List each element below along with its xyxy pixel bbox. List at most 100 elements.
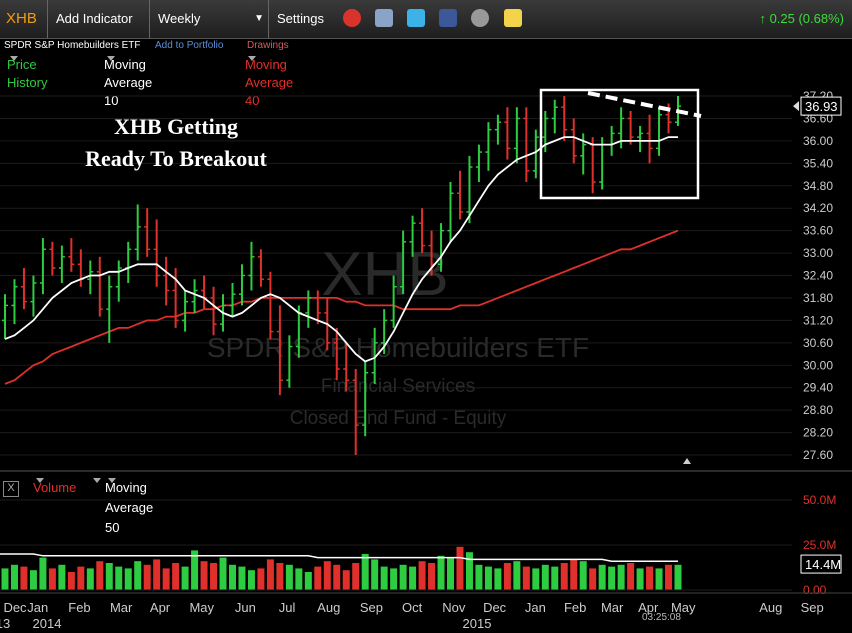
ohlc-bar bbox=[96, 256, 103, 317]
watermark: XHB SPDR S&P Homebuilders ETF Financial … bbox=[207, 240, 589, 429]
y-tick-label: 31.80 bbox=[803, 291, 833, 305]
ohlc-bar bbox=[257, 249, 264, 287]
volume-bar bbox=[371, 559, 379, 590]
volume-tick-label: 0.00 bbox=[803, 583, 827, 597]
volume-bar bbox=[447, 557, 455, 590]
volume-bar bbox=[285, 564, 293, 590]
volume-bar bbox=[655, 568, 663, 590]
price-chart[interactable]: XHB SPDR S&P Homebuilders ETF Financial … bbox=[0, 0, 852, 633]
volume-bar bbox=[1, 568, 9, 590]
y-tick-label: 33.60 bbox=[803, 224, 833, 238]
volume-bar bbox=[77, 566, 85, 590]
legend-vol-ma50-label: Moving Average 50 bbox=[105, 480, 154, 535]
volume-bar bbox=[39, 557, 47, 590]
ohlc-bar bbox=[504, 107, 511, 160]
ohlc-bar bbox=[656, 107, 663, 156]
ohlc-bar bbox=[134, 204, 141, 261]
x-tick-label: Mar bbox=[601, 600, 624, 615]
volume-bar bbox=[636, 568, 644, 590]
volume-bar bbox=[665, 564, 673, 590]
x-tick-label: Dec bbox=[483, 600, 507, 615]
volume-bar bbox=[228, 564, 236, 590]
x-tick-label: Jul bbox=[279, 600, 296, 615]
x-tick-label: Apr bbox=[150, 600, 171, 615]
volume-bar bbox=[115, 566, 123, 590]
x-tick-label: Feb bbox=[68, 600, 90, 615]
volume-bar bbox=[29, 570, 37, 590]
ohlc-bar bbox=[551, 99, 558, 134]
volume-bar bbox=[314, 566, 322, 590]
volume-bar bbox=[428, 563, 436, 590]
volume-bar bbox=[570, 559, 578, 590]
x-tick-label: Aug bbox=[759, 600, 782, 615]
x-tick-label: Jan bbox=[525, 600, 546, 615]
volume-bar bbox=[162, 568, 170, 590]
volume-bar bbox=[86, 568, 94, 590]
volume-bar bbox=[105, 563, 113, 590]
x-tick-label: Jan bbox=[27, 600, 48, 615]
x-tick-label: Sep bbox=[360, 600, 383, 615]
volume-ma50-line bbox=[0, 553, 678, 562]
ohlc-bar bbox=[20, 268, 27, 310]
volume-bar bbox=[475, 564, 483, 590]
last-price-pointer-icon bbox=[793, 101, 799, 112]
y-tick-label: 31.20 bbox=[803, 313, 833, 327]
ohlc-bar bbox=[68, 238, 75, 272]
ohlc-bar bbox=[191, 279, 198, 313]
volume-bar bbox=[238, 566, 246, 590]
y-tick-label: 28.20 bbox=[803, 426, 833, 440]
volume-bar bbox=[579, 561, 587, 590]
volume-bar bbox=[418, 561, 426, 590]
x-axis: Dec Jan Feb Mar Apr May Jun Jul Aug Sep Oct Nov Dec J… bbox=[0, 600, 824, 631]
x-year-label: 2015 bbox=[463, 616, 492, 631]
ohlc-bar bbox=[210, 286, 217, 336]
volume-bar bbox=[617, 564, 625, 590]
ohlc-bar bbox=[11, 279, 18, 325]
volume-bar bbox=[503, 563, 511, 590]
y-tick-label: 36.00 bbox=[803, 134, 833, 148]
volume-last-label: 14.4M bbox=[805, 557, 841, 572]
volume-bar bbox=[589, 568, 597, 590]
volume-bar bbox=[560, 563, 568, 590]
y-axis: 37.2036.6036.0035.4034.8034.2033.6033.00… bbox=[793, 89, 842, 462]
ohlc-bar bbox=[144, 208, 151, 257]
volume-bar bbox=[522, 566, 530, 590]
y-tick-label: 27.60 bbox=[803, 448, 833, 462]
volume-bar bbox=[513, 561, 521, 590]
volume-bar bbox=[484, 566, 492, 590]
ohlc-bar bbox=[115, 260, 122, 302]
volume-bar bbox=[266, 559, 274, 590]
volume-bar bbox=[437, 555, 445, 590]
volume-bar bbox=[456, 546, 464, 590]
ohlc-bar bbox=[532, 129, 539, 179]
chevron-down-icon bbox=[93, 478, 101, 483]
volume-bar bbox=[48, 568, 56, 590]
volume-bar bbox=[409, 566, 417, 590]
volume-bar bbox=[210, 563, 218, 590]
volume-bar bbox=[323, 561, 331, 590]
volume-tick-label: 25.0M bbox=[803, 538, 836, 552]
ohlc-bar bbox=[229, 282, 236, 317]
ohlc-bar bbox=[248, 241, 255, 291]
volume-bar bbox=[380, 566, 388, 590]
ohlc-bar bbox=[201, 275, 208, 310]
ohlc-bar bbox=[513, 107, 520, 164]
ohlc-bar bbox=[58, 245, 65, 283]
y-tick-label: 32.40 bbox=[803, 269, 833, 283]
watermark-name: SPDR S&P Homebuilders ETF bbox=[207, 332, 589, 363]
last-price-label: 36.93 bbox=[805, 99, 838, 114]
volume-bar bbox=[541, 564, 549, 590]
volume-bar bbox=[646, 566, 654, 590]
ohlc-bar bbox=[627, 110, 634, 145]
volume-bar bbox=[10, 564, 18, 590]
y-tick-label: 33.00 bbox=[803, 246, 833, 260]
ohlc-bar bbox=[456, 170, 463, 220]
volume-bar bbox=[67, 572, 75, 590]
y-tick-label: 35.40 bbox=[803, 156, 833, 170]
ohlc-bar bbox=[125, 241, 132, 283]
scroll-up-icon[interactable] bbox=[683, 458, 691, 464]
volume-bar bbox=[361, 554, 369, 590]
ohlc-bar bbox=[646, 114, 653, 164]
ohlc-bar bbox=[87, 260, 94, 295]
x-year-label: 13 bbox=[0, 616, 10, 631]
